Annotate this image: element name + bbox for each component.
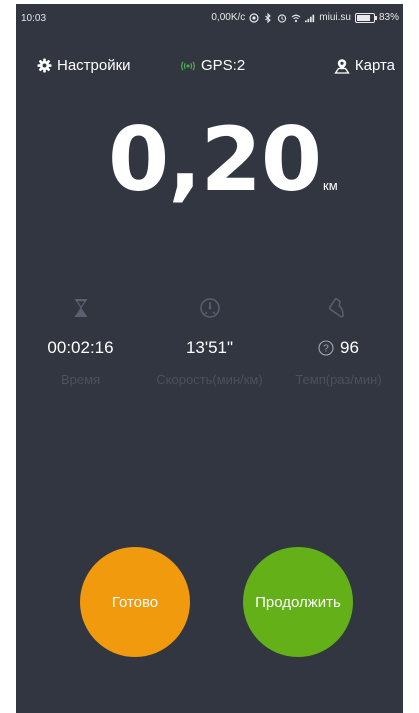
continue-button-label: Продолжить bbox=[255, 593, 341, 611]
battery-icon bbox=[354, 12, 377, 23]
gps-label: GPS:2 bbox=[201, 57, 246, 74]
distance-value: 0,20 bbox=[108, 108, 322, 211]
settings-button[interactable]: Настройки bbox=[37, 57, 131, 74]
speed-value-text: 13'51" bbox=[185, 338, 234, 357]
continue-button[interactable]: Продолжить bbox=[243, 547, 353, 657]
help-icon[interactable]: ? bbox=[318, 340, 334, 356]
status-time: 10:03 bbox=[21, 13, 47, 24]
alarm-icon bbox=[278, 13, 287, 23]
speed-value: 13'51" bbox=[145, 338, 274, 358]
time-value-text: 00:02:16 bbox=[47, 338, 114, 357]
gps-status: GPS:2 bbox=[180, 57, 245, 74]
cadence-label: Темп(раз/мин) bbox=[295, 372, 382, 387]
svg-text:?: ? bbox=[323, 344, 329, 355]
done-button[interactable]: Готово bbox=[80, 547, 190, 657]
stat-cadence: ? 96 Темп(раз/мин) bbox=[274, 296, 403, 387]
map-button[interactable]: Карта bbox=[334, 57, 395, 74]
map-label: Карта bbox=[354, 57, 395, 74]
status-bar: 10:03 0,00K/c miui.su 83% bbox=[16, 4, 403, 32]
gps-signal-icon bbox=[181, 61, 195, 70]
time-value: 00:02:16 bbox=[16, 338, 145, 358]
network-speed: 0,00K/c bbox=[211, 12, 246, 23]
status-indicators: 0,00K/c miui.su 83% bbox=[211, 12, 399, 23]
stat-speed: 13'51" Скорость(мин/км) bbox=[145, 296, 274, 387]
signal-icon bbox=[305, 14, 315, 22]
map-pin-icon bbox=[334, 58, 350, 74]
hourglass-icon bbox=[74, 299, 87, 317]
battery-percent: 83% bbox=[378, 12, 399, 23]
operator-name: miui.su bbox=[319, 12, 351, 23]
shoe-icon bbox=[328, 297, 344, 318]
time-label: Время bbox=[60, 372, 101, 387]
app-screen: 10:03 0,00K/c miui.su 83% Настройки GPS:… bbox=[16, 4, 403, 713]
cadence-value: ? 96 bbox=[274, 338, 403, 358]
cadence-value-text: 96 bbox=[340, 338, 359, 357]
done-button-label: Готово bbox=[111, 593, 159, 611]
speed-label: Скорость(мин/км) bbox=[156, 372, 263, 387]
speedometer-icon bbox=[199, 298, 220, 318]
gear-icon bbox=[37, 58, 52, 73]
top-bar: Настройки GPS:2 Карта bbox=[16, 54, 403, 80]
settings-label: Настройки bbox=[57, 57, 131, 74]
hotspot-icon bbox=[249, 12, 259, 23]
distance-display: 0,20 км bbox=[16, 100, 403, 220]
distance-unit: км bbox=[323, 178, 338, 193]
stat-time: 00:02:16 Время bbox=[16, 296, 145, 387]
bluetooth-icon bbox=[265, 12, 272, 23]
wifi-icon bbox=[291, 14, 301, 22]
